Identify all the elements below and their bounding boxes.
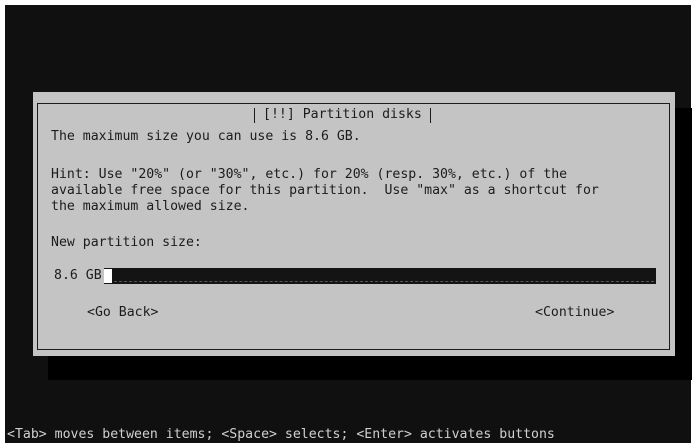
continue-button[interactable]: <Continue> — [535, 305, 614, 321]
hint-line-3: the maximum allowed size. — [51, 199, 250, 214]
hint-line-1: Hint: Use "20%" (or "30%", etc.) for 20%… — [51, 167, 568, 182]
dialog-title: [!!] Partition disks — [263, 107, 422, 122]
go-back-button[interactable]: <Go Back> — [87, 305, 158, 321]
partition-size-value: 8.6 GB — [52, 268, 104, 284]
partition-size-input[interactable]: 8.6 GB — [52, 268, 656, 284]
hint-line-2: available free space for this partition.… — [51, 183, 599, 198]
field-label: New partition size: — [51, 235, 202, 250]
keyboard-hint-bar: <Tab> moves between items; <Space> selec… — [7, 427, 555, 442]
field-underline — [114, 281, 654, 282]
partition-dialog: [!!] Partition disks The maximum size yo… — [33, 92, 675, 356]
max-size-text: The maximum size you can use is 8.6 GB. — [51, 129, 361, 144]
text-cursor — [103, 269, 112, 283]
dialog-title-wrap: [!!] Partition disks — [252, 104, 433, 126]
title-right-bar — [429, 107, 431, 123]
